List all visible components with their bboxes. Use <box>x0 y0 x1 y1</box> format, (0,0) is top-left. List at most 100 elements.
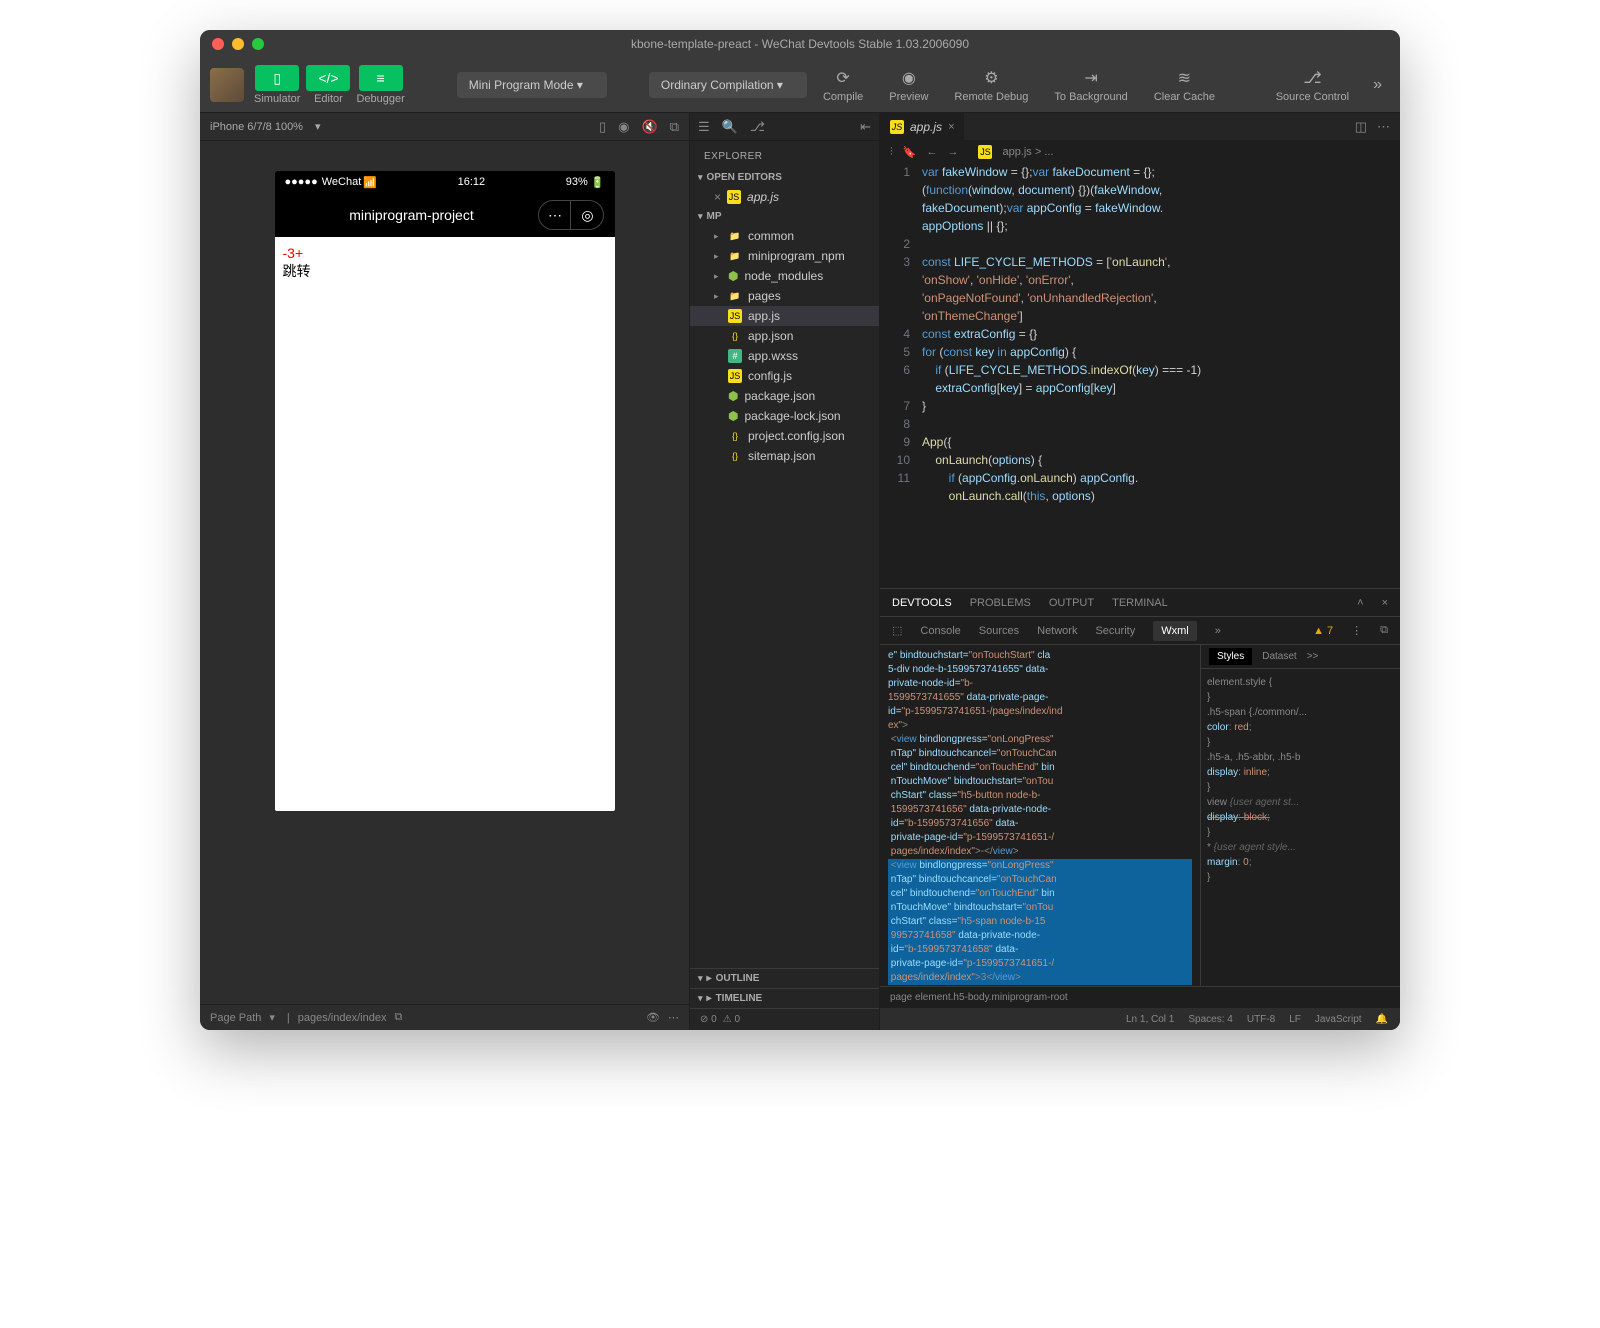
dataset-tab[interactable]: Dataset <box>1262 651 1296 662</box>
bookmark-icon[interactable]: 🔖 <box>903 146 917 159</box>
editor-more-icon[interactable]: ⋯ <box>1377 119 1390 135</box>
collapse-icon[interactable]: ⇤ <box>860 119 871 135</box>
eye-icon[interactable]: 👁 <box>646 1011 660 1024</box>
target-icon[interactable]: ◎ <box>571 201 603 229</box>
file-package-json[interactable]: ⬢package.json <box>690 386 879 406</box>
devtools-more-icon[interactable]: » <box>1215 625 1221 637</box>
file-app-js[interactable]: JSapp.js <box>690 306 879 326</box>
branch-icon[interactable]: ⎇ <box>750 119 765 135</box>
app-window: kbone-template-preact - WeChat Devtools … <box>200 30 1400 1030</box>
code-editor[interactable]: 1 23 456 7891011 var fakeWindow = {};var… <box>880 163 1400 588</box>
output-tab[interactable]: OUTPUT <box>1049 597 1094 609</box>
simulator-panel: iPhone 6/7/8 100%▾ ▯ ◉ 🔇 ⧉ ●●●●● WeChat … <box>200 113 690 1030</box>
dock-icon[interactable]: ⧉ <box>1380 624 1388 637</box>
timeline-section[interactable]: ▸ TIMELINE <box>690 988 879 1008</box>
wxml-tree[interactable]: e" bindtouchstart="onTouchStart" cla 5-d… <box>880 645 1200 986</box>
window-title: kbone-template-preact - WeChat Devtools … <box>631 37 969 51</box>
terminal-tab[interactable]: TERMINAL <box>1112 597 1168 609</box>
close-window-icon[interactable] <box>212 38 224 50</box>
open-editors-section[interactable]: OPEN EDITORS <box>690 168 879 187</box>
copy-path-icon[interactable]: ⧉ <box>394 1011 402 1024</box>
rotate-icon[interactable]: ▯ <box>599 119 606 135</box>
outline-section[interactable]: ▸ OUTLINE <box>690 968 879 988</box>
background-icon[interactable]: ⇥ <box>1084 68 1097 88</box>
devtools-menu-icon[interactable]: ⋮ <box>1351 624 1362 637</box>
counter-text[interactable]: -3+ <box>283 245 607 261</box>
simulator-button[interactable]: ▯ <box>255 65 299 91</box>
language[interactable]: JavaScript <box>1315 1014 1362 1025</box>
compile-icon[interactable]: ⟳ <box>836 68 849 88</box>
phone-preview[interactable]: ●●●●● WeChat 📶 16:12 93% 🔋 miniprogram-p… <box>275 171 615 811</box>
open-editor-file[interactable]: × JS app.js <box>690 187 879 207</box>
main-toolbar: ▯ Simulator </> Editor ≡ Debugger Mini P… <box>200 58 1400 113</box>
more-icon[interactable]: » <box>1365 75 1390 95</box>
ln-col[interactable]: Ln 1, Col 1 <box>1126 1014 1174 1025</box>
file-app-wxss[interactable]: #app.wxss <box>690 346 879 366</box>
simulator-canvas: ●●●●● WeChat 📶 16:12 93% 🔋 miniprogram-p… <box>200 141 689 1004</box>
avatar[interactable] <box>210 68 244 102</box>
editor-statusbar: Ln 1, Col 1 Spaces: 4 UTF-8 LF JavaScrip… <box>880 1008 1400 1030</box>
menu-icon[interactable]: ⋯ <box>539 201 571 229</box>
explorer-panel: ☰ 🔍 ⎇ ⇤ EXPLORER OPEN EDITORS × JS app.j… <box>690 113 880 1030</box>
more-footer-icon[interactable]: ⋯ <box>668 1011 679 1024</box>
signal-icon: ●●●●● <box>285 176 318 188</box>
devtools-tab[interactable]: DEVTOOLS <box>892 597 952 609</box>
console-tab[interactable]: Console <box>920 625 960 637</box>
file-sitemap[interactable]: {}sitemap.json <box>690 446 879 466</box>
encoding[interactable]: UTF-8 <box>1247 1014 1275 1025</box>
remote-debug-icon[interactable]: ⚙ <box>984 68 998 88</box>
search-icon[interactable]: 🔍 <box>722 119 738 135</box>
copy-icon[interactable]: ⧉ <box>670 119 679 135</box>
debugger-button[interactable]: ≡ <box>359 65 403 91</box>
editor-panel: JS app.js × ◫ ⋯ ⫶ 🔖 ← → JS app.js > ... <box>880 113 1400 1030</box>
security-tab[interactable]: Security <box>1095 625 1135 637</box>
mode-dropdown[interactable]: Mini Program Mode ▾ <box>457 72 607 98</box>
file-project-config[interactable]: {}project.config.json <box>690 426 879 446</box>
record-icon[interactable]: ◉ <box>618 119 629 135</box>
mute-icon[interactable]: 🔇 <box>642 119 658 135</box>
folder-node-modules[interactable]: ▸⬢node_modules <box>690 266 879 286</box>
folder-common[interactable]: ▸📁common <box>690 226 879 246</box>
file-config-js[interactable]: JSconfig.js <box>690 366 879 386</box>
clear-cache-icon[interactable]: ≋ <box>1178 68 1191 88</box>
split-icon[interactable]: ◫ <box>1355 119 1367 135</box>
file-app-json[interactable]: {}app.json <box>690 326 879 346</box>
source-control-icon[interactable]: ⎇ <box>1303 68 1321 88</box>
debugger-label: Debugger <box>356 93 404 105</box>
styles-tab[interactable]: Styles <box>1209 648 1252 665</box>
editor-button[interactable]: </> <box>306 65 350 91</box>
list-icon[interactable]: ☰ <box>698 119 710 135</box>
gutter-icon[interactable]: ⫶ <box>890 146 893 159</box>
compilation-dropdown[interactable]: Ordinary Compilation ▾ <box>649 72 807 98</box>
chevron-up-icon[interactable]: ˄ <box>1357 597 1363 609</box>
styles-content[interactable]: element.style {}.h5-span {./common/... c… <box>1201 669 1400 986</box>
nav-back-icon[interactable]: ← <box>926 146 937 158</box>
nav-fwd-icon[interactable]: → <box>947 146 958 158</box>
eol[interactable]: LF <box>1289 1014 1301 1025</box>
inspect-icon[interactable]: ⬚ <box>892 624 902 637</box>
maximize-window-icon[interactable] <box>252 38 264 50</box>
minimize-window-icon[interactable] <box>232 38 244 50</box>
preview-icon[interactable]: ◉ <box>902 68 916 88</box>
bell-icon[interactable]: 🔔 <box>1376 1014 1388 1025</box>
crumb-path[interactable]: page element.h5-body.miniprogram-root <box>890 992 1068 1003</box>
spaces[interactable]: Spaces: 4 <box>1188 1014 1232 1025</box>
device-selector[interactable]: iPhone 6/7/8 100% <box>210 121 303 133</box>
warning-count-icon[interactable]: ⚠ 0 <box>723 1014 740 1025</box>
styles-more-icon[interactable]: >> <box>1307 651 1319 662</box>
warning-badge[interactable]: ▲ 7 <box>1313 625 1333 637</box>
editor-tab[interactable]: JS app.js × <box>880 113 964 141</box>
wxml-tab[interactable]: Wxml <box>1153 621 1197 641</box>
close-panel-icon[interactable]: × <box>1382 597 1388 609</box>
file-package-lock[interactable]: ⬢package-lock.json <box>690 406 879 426</box>
problems-tab[interactable]: PROBLEMS <box>970 597 1031 609</box>
sources-tab[interactable]: Sources <box>979 625 1019 637</box>
network-tab[interactable]: Network <box>1037 625 1077 637</box>
project-root[interactable]: MP <box>690 207 879 226</box>
close-tab-icon[interactable]: × <box>948 121 954 133</box>
folder-miniprogram-npm[interactable]: ▸📁miniprogram_npm <box>690 246 879 266</box>
error-count-icon[interactable]: ⊘ 0 <box>700 1014 717 1025</box>
folder-pages[interactable]: ▸📁pages <box>690 286 879 306</box>
jump-text[interactable]: 跳转 <box>283 261 607 281</box>
breadcrumb-text[interactable]: app.js > ... <box>1002 146 1053 158</box>
